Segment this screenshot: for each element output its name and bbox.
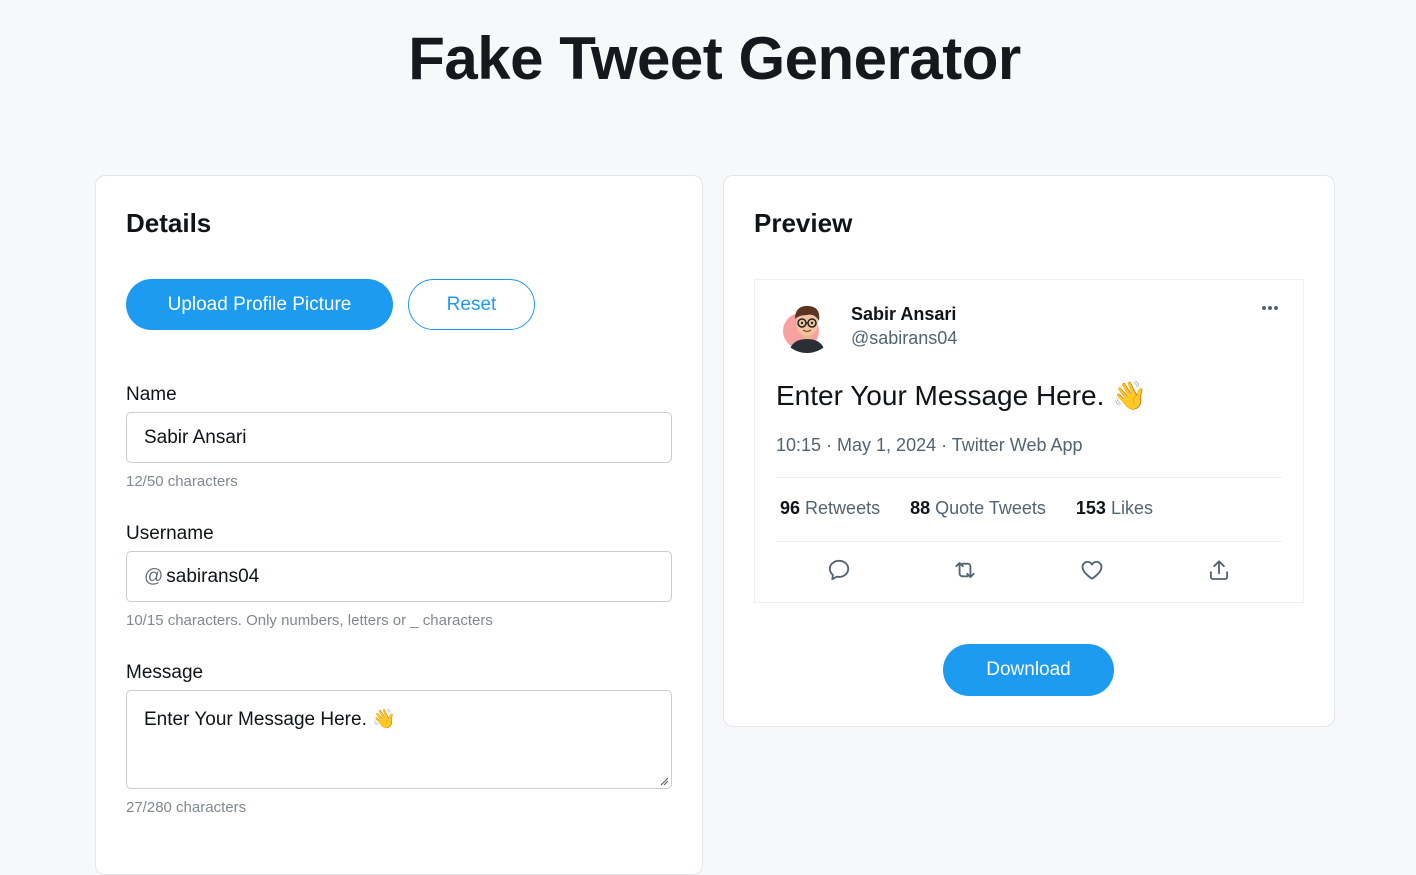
more-options-icon[interactable]	[1258, 300, 1282, 316]
tweet-meta: 10:15 · May 1, 2024 · Twitter Web App	[776, 435, 1083, 455]
page-title: Fake Tweet Generator	[408, 25, 1021, 92]
likes-stat: 153 Likes	[1075, 498, 1153, 518]
message-label: Message	[126, 662, 204, 683]
name-hint: 12/50 characters	[126, 473, 238, 490]
message-textarea[interactable]: Enter Your Message Here. 👋	[126, 690, 672, 789]
download-button[interactable]: Download	[943, 644, 1114, 696]
comment-icon[interactable]	[826, 557, 852, 583]
preview-card: Preview Sabir Ansari @sabirans04 Enter Y…	[723, 175, 1335, 727]
tweet-stats: 96 Retweets 88 Quote Tweets 153 Likes	[780, 498, 1183, 519]
retweet-icon[interactable]	[952, 557, 978, 583]
quote-tweets-stat: 88 Quote Tweets	[910, 498, 1046, 518]
details-title: Details	[126, 208, 212, 238]
name-field[interactable]	[126, 412, 672, 463]
name-label: Name	[126, 384, 177, 405]
username-label: Username	[126, 523, 214, 544]
message-hint: 27/280 characters	[126, 799, 247, 816]
username-input[interactable]	[166, 565, 671, 588]
tweet-message: Enter Your Message Here. 👋	[776, 380, 1148, 411]
share-icon[interactable]	[1206, 557, 1232, 583]
reset-button[interactable]: Reset	[408, 279, 535, 330]
upload-profile-picture-button[interactable]: Upload Profile Picture	[126, 279, 393, 330]
preview-title: Preview	[754, 208, 853, 238]
avatar	[779, 297, 835, 353]
divider	[776, 477, 1282, 478]
at-prefix: @	[144, 565, 164, 587]
like-icon[interactable]	[1079, 557, 1105, 583]
details-card: Details Upload Profile Picture Reset Nam…	[95, 175, 703, 875]
username-hint: 10/15 characters. Only numbers, letters …	[126, 612, 493, 629]
tweet-author-handle: @sabirans04	[851, 328, 958, 348]
message-text: Enter Your Message Here. 👋	[144, 709, 396, 730]
divider	[776, 541, 1282, 542]
tweet-preview: Sabir Ansari @sabirans04 Enter Your Mess…	[754, 279, 1304, 603]
resize-grip-icon[interactable]	[659, 776, 669, 786]
name-input[interactable]	[144, 426, 671, 449]
retweets-stat: 96 Retweets	[780, 498, 881, 518]
tweet-author-name: Sabir Ansari	[851, 304, 957, 324]
username-field[interactable]: @	[126, 551, 672, 602]
